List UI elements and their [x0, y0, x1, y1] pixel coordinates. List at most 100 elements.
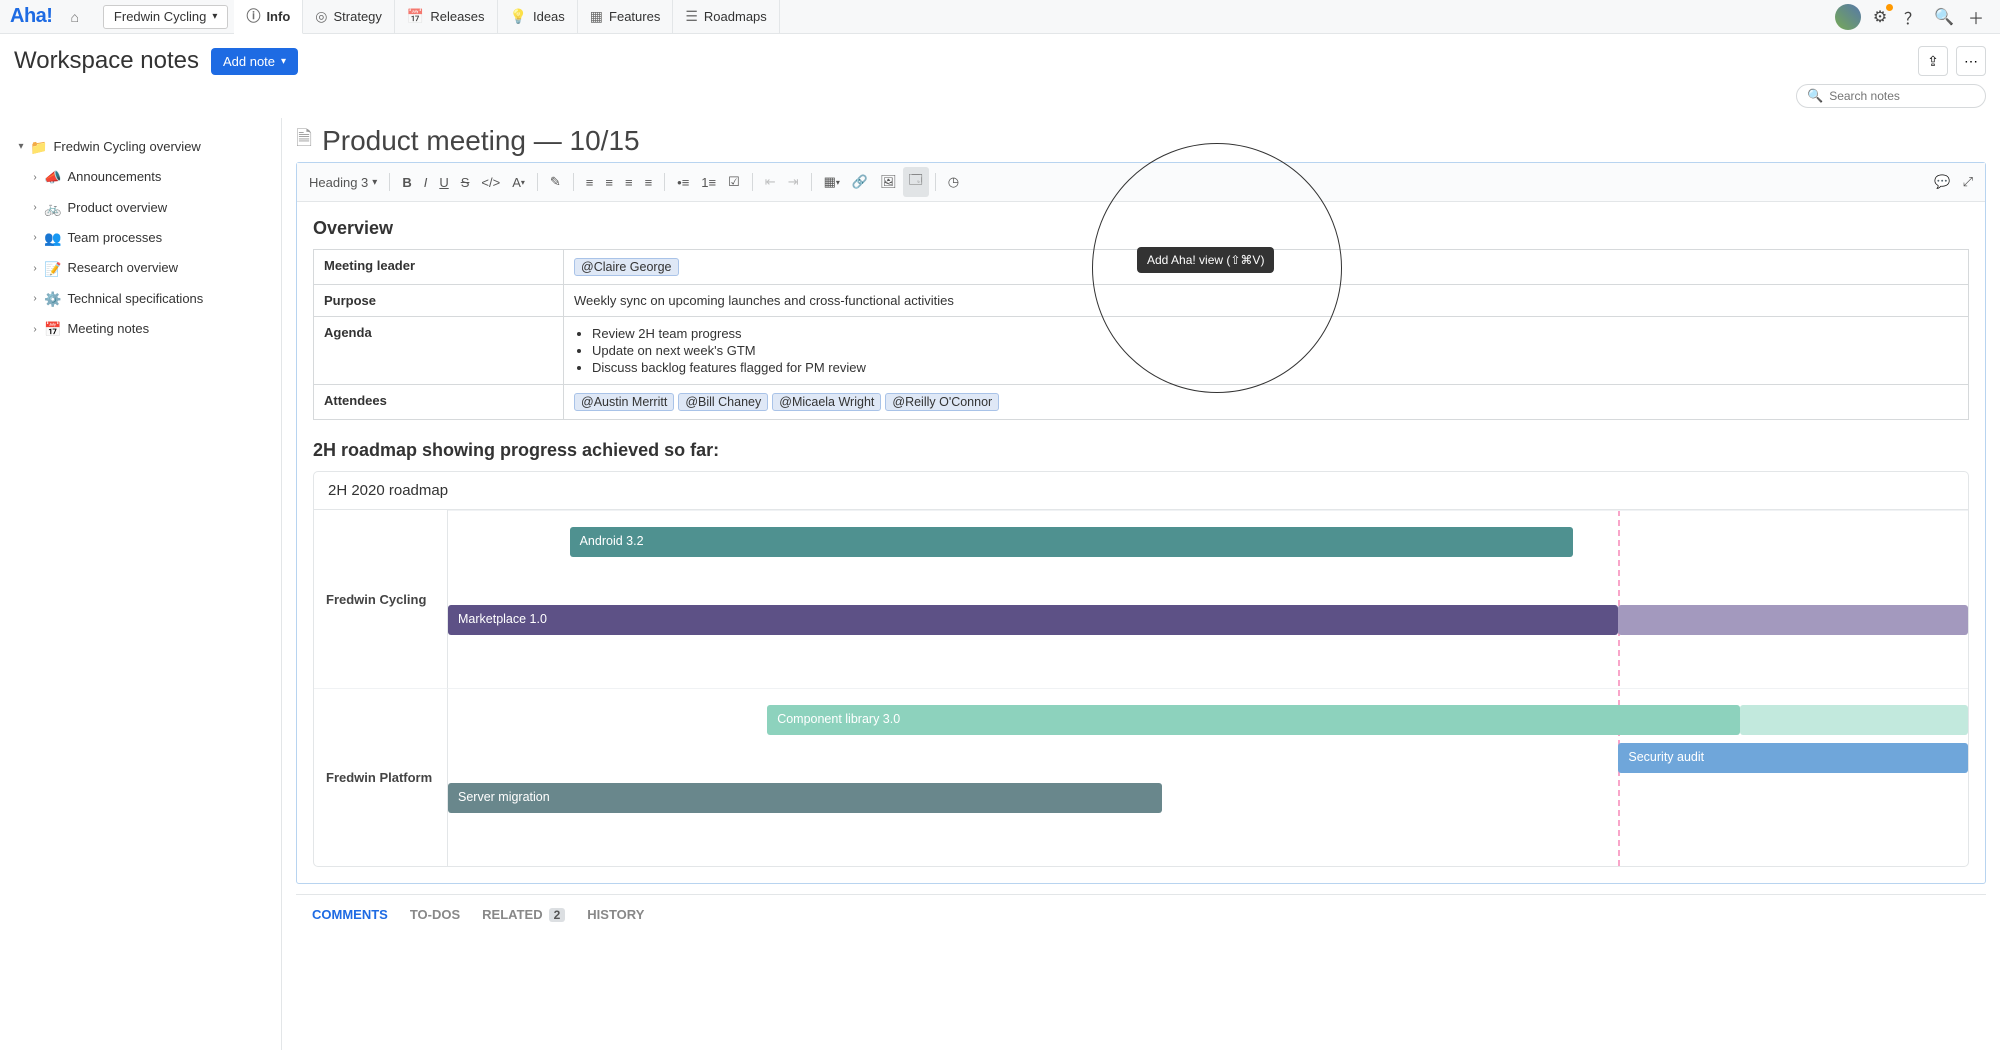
gantt-bar[interactable] [1618, 605, 1968, 635]
document-icon: 🗎 [296, 124, 312, 158]
footer-tab-related[interactable]: RELATED2 [482, 907, 565, 922]
nav-icon: 📅 [407, 8, 424, 25]
align-justify-button[interactable]: ≡ [639, 171, 659, 194]
workspace-selector[interactable]: Fredwin Cycling▾ [103, 5, 229, 29]
tree-item-label: Technical specifications [67, 289, 203, 310]
home-nav[interactable]: ⌂ [58, 0, 96, 34]
chevron-right-icon: › [28, 230, 42, 246]
chevron-right-icon: › [28, 200, 42, 216]
editor-toolbar: Heading 3 ▾ B I U S </> A ▾ ✎ ≡ ≡ ≡ ≡ •≡… [297, 163, 1985, 202]
strike-button[interactable]: S [455, 171, 476, 194]
chevron-down-icon: ▾ [372, 177, 377, 188]
gantt-bar[interactable]: Android 3.2 [570, 527, 1573, 557]
agenda-label: Agenda [314, 317, 564, 385]
mention[interactable]: @Claire George [574, 258, 679, 276]
numbered-list-button[interactable]: 1≡ [695, 171, 722, 194]
mention[interactable]: @Bill Chaney [678, 393, 768, 411]
document-title[interactable]: Product meeting — 10/15 [322, 125, 640, 157]
overview-heading: Overview [313, 218, 1969, 239]
tree-item-label: Meeting notes [67, 319, 149, 340]
avatar[interactable] [1832, 1, 1864, 33]
roadmap-section-title: 2H roadmap showing progress achieved so … [313, 440, 1969, 461]
tree-item-label: Product overview [67, 198, 167, 219]
text-color-button[interactable]: A ▾ [506, 171, 531, 194]
tree-root[interactable]: ▾ 📁 Fredwin Cycling overview [10, 132, 271, 162]
add-note-button[interactable]: Add note [211, 48, 298, 75]
tree-item-label: Announcements [67, 167, 161, 188]
footer-tab-to-dos[interactable]: TO-DOS [410, 907, 460, 922]
item-icon: 📝 [44, 258, 61, 280]
table-row: Purpose Weekly sync on upcoming launches… [314, 285, 1969, 317]
more-button[interactable]: ⋯ [1956, 46, 1986, 76]
tree-item[interactable]: ›👥Team processes [24, 223, 271, 253]
purpose-label: Purpose [314, 285, 564, 317]
roadmap-card: 2H 2020 roadmap Fredwin CyclingFredwin P… [313, 471, 1969, 867]
item-icon: 🚲 [44, 197, 61, 219]
gantt-bar[interactable]: Component library 3.0 [767, 705, 1740, 735]
outdent-button[interactable]: ⇤ [759, 170, 782, 194]
mention[interactable]: @Reilly O'Connor [885, 393, 999, 411]
add-icon[interactable]: ＋ [1960, 1, 1992, 33]
nav-features[interactable]: ▦Features [578, 0, 674, 34]
tree-item[interactable]: ›⚙️Technical specifications [24, 284, 271, 314]
italic-button[interactable]: I [418, 171, 434, 194]
tree-item[interactable]: ›🚲 Product overview [24, 193, 271, 223]
item-icon: 📅 [44, 318, 61, 340]
highlight-button[interactable]: ✎ [544, 170, 567, 194]
align-left-button[interactable]: ≡ [580, 171, 600, 194]
checklist-button[interactable]: ☑ [722, 170, 746, 194]
nav-icon: ◎ [315, 8, 327, 25]
search-box[interactable]: 🔍 [1796, 84, 1986, 108]
bullet-list-button[interactable]: •≡ [671, 171, 695, 194]
settings-icon[interactable]: ⚙ [1864, 1, 1896, 33]
gantt-group: Android 3.2 Marketplace 1.0 [448, 510, 1968, 688]
help-icon[interactable]: ？ [1896, 1, 1928, 33]
link-button[interactable]: 🔗 [846, 170, 874, 194]
footer-tab-history[interactable]: HISTORY [587, 907, 644, 922]
tree-item-label: Research overview [67, 258, 178, 279]
table-button[interactable]: ▦ ▾ [818, 170, 846, 194]
more-icon: ⋯ [1964, 53, 1978, 70]
tree-item[interactable]: ›📅 Meeting notes [24, 314, 271, 344]
folder-icon: 📁 [30, 136, 47, 158]
chevron-right-icon: › [28, 322, 42, 338]
share-button[interactable]: ⇪ [1918, 46, 1948, 76]
mention[interactable]: @Austin Merritt [574, 393, 674, 411]
attendees-label: Attendees [314, 385, 564, 420]
nav-ideas[interactable]: 💡Ideas [498, 0, 578, 34]
nav-strategy[interactable]: ◎Strategy [303, 0, 395, 34]
overview-table: Meeting leader @Claire George Purpose We… [313, 249, 1969, 420]
nav-roadmaps[interactable]: ☰Roadmaps [673, 0, 779, 34]
tree-item[interactable]: ›📝Research overview [24, 254, 271, 284]
underline-button[interactable]: U [433, 171, 454, 194]
logo: Aha! [10, 5, 52, 28]
share-icon: ⇪ [1927, 53, 1939, 70]
mention[interactable]: @Micaela Wright [772, 393, 881, 411]
gantt-group-label: Fredwin Platform [314, 688, 448, 866]
add-view-button[interactable]: 🗔 [903, 167, 929, 197]
comment-button[interactable]: 💬 [1928, 170, 1956, 194]
search-input[interactable] [1829, 89, 1984, 103]
count-badge: 2 [549, 908, 566, 922]
indent-button[interactable]: ⇥ [782, 170, 805, 194]
bold-button[interactable]: B [396, 171, 417, 194]
code-button[interactable]: </> [475, 171, 506, 194]
search-icon[interactable]: 🔍 [1928, 1, 1960, 33]
gantt-bar[interactable]: Server migration [448, 783, 1162, 813]
document-body[interactable]: Overview Meeting leader @Claire George P… [297, 202, 1985, 883]
gantt-group: Component library 3.0 Security audit Serve… [448, 688, 1968, 866]
tree-item[interactable]: ›📣Announcements [24, 162, 271, 192]
align-right-button[interactable]: ≡ [619, 171, 639, 194]
gantt-bar[interactable]: Security audit [1618, 743, 1968, 773]
timestamp-button[interactable]: ◷ [942, 170, 965, 194]
heading-selector[interactable]: Heading 3 ▾ [303, 171, 383, 194]
expand-button[interactable]: ⤢ [1957, 170, 1979, 194]
gantt-bar[interactable] [1740, 705, 1968, 735]
agenda-item: Discuss backlog features flagged for PM … [592, 359, 1958, 376]
footer-tab-comments[interactable]: COMMENTS [312, 907, 388, 922]
gantt-bar[interactable]: Marketplace 1.0 [448, 605, 1618, 635]
nav-info[interactable]: ⓘInfo [234, 0, 303, 34]
align-center-button[interactable]: ≡ [599, 171, 619, 194]
nav-releases[interactable]: 📅Releases [395, 0, 498, 34]
image-button[interactable]: 🖼 [874, 170, 903, 194]
